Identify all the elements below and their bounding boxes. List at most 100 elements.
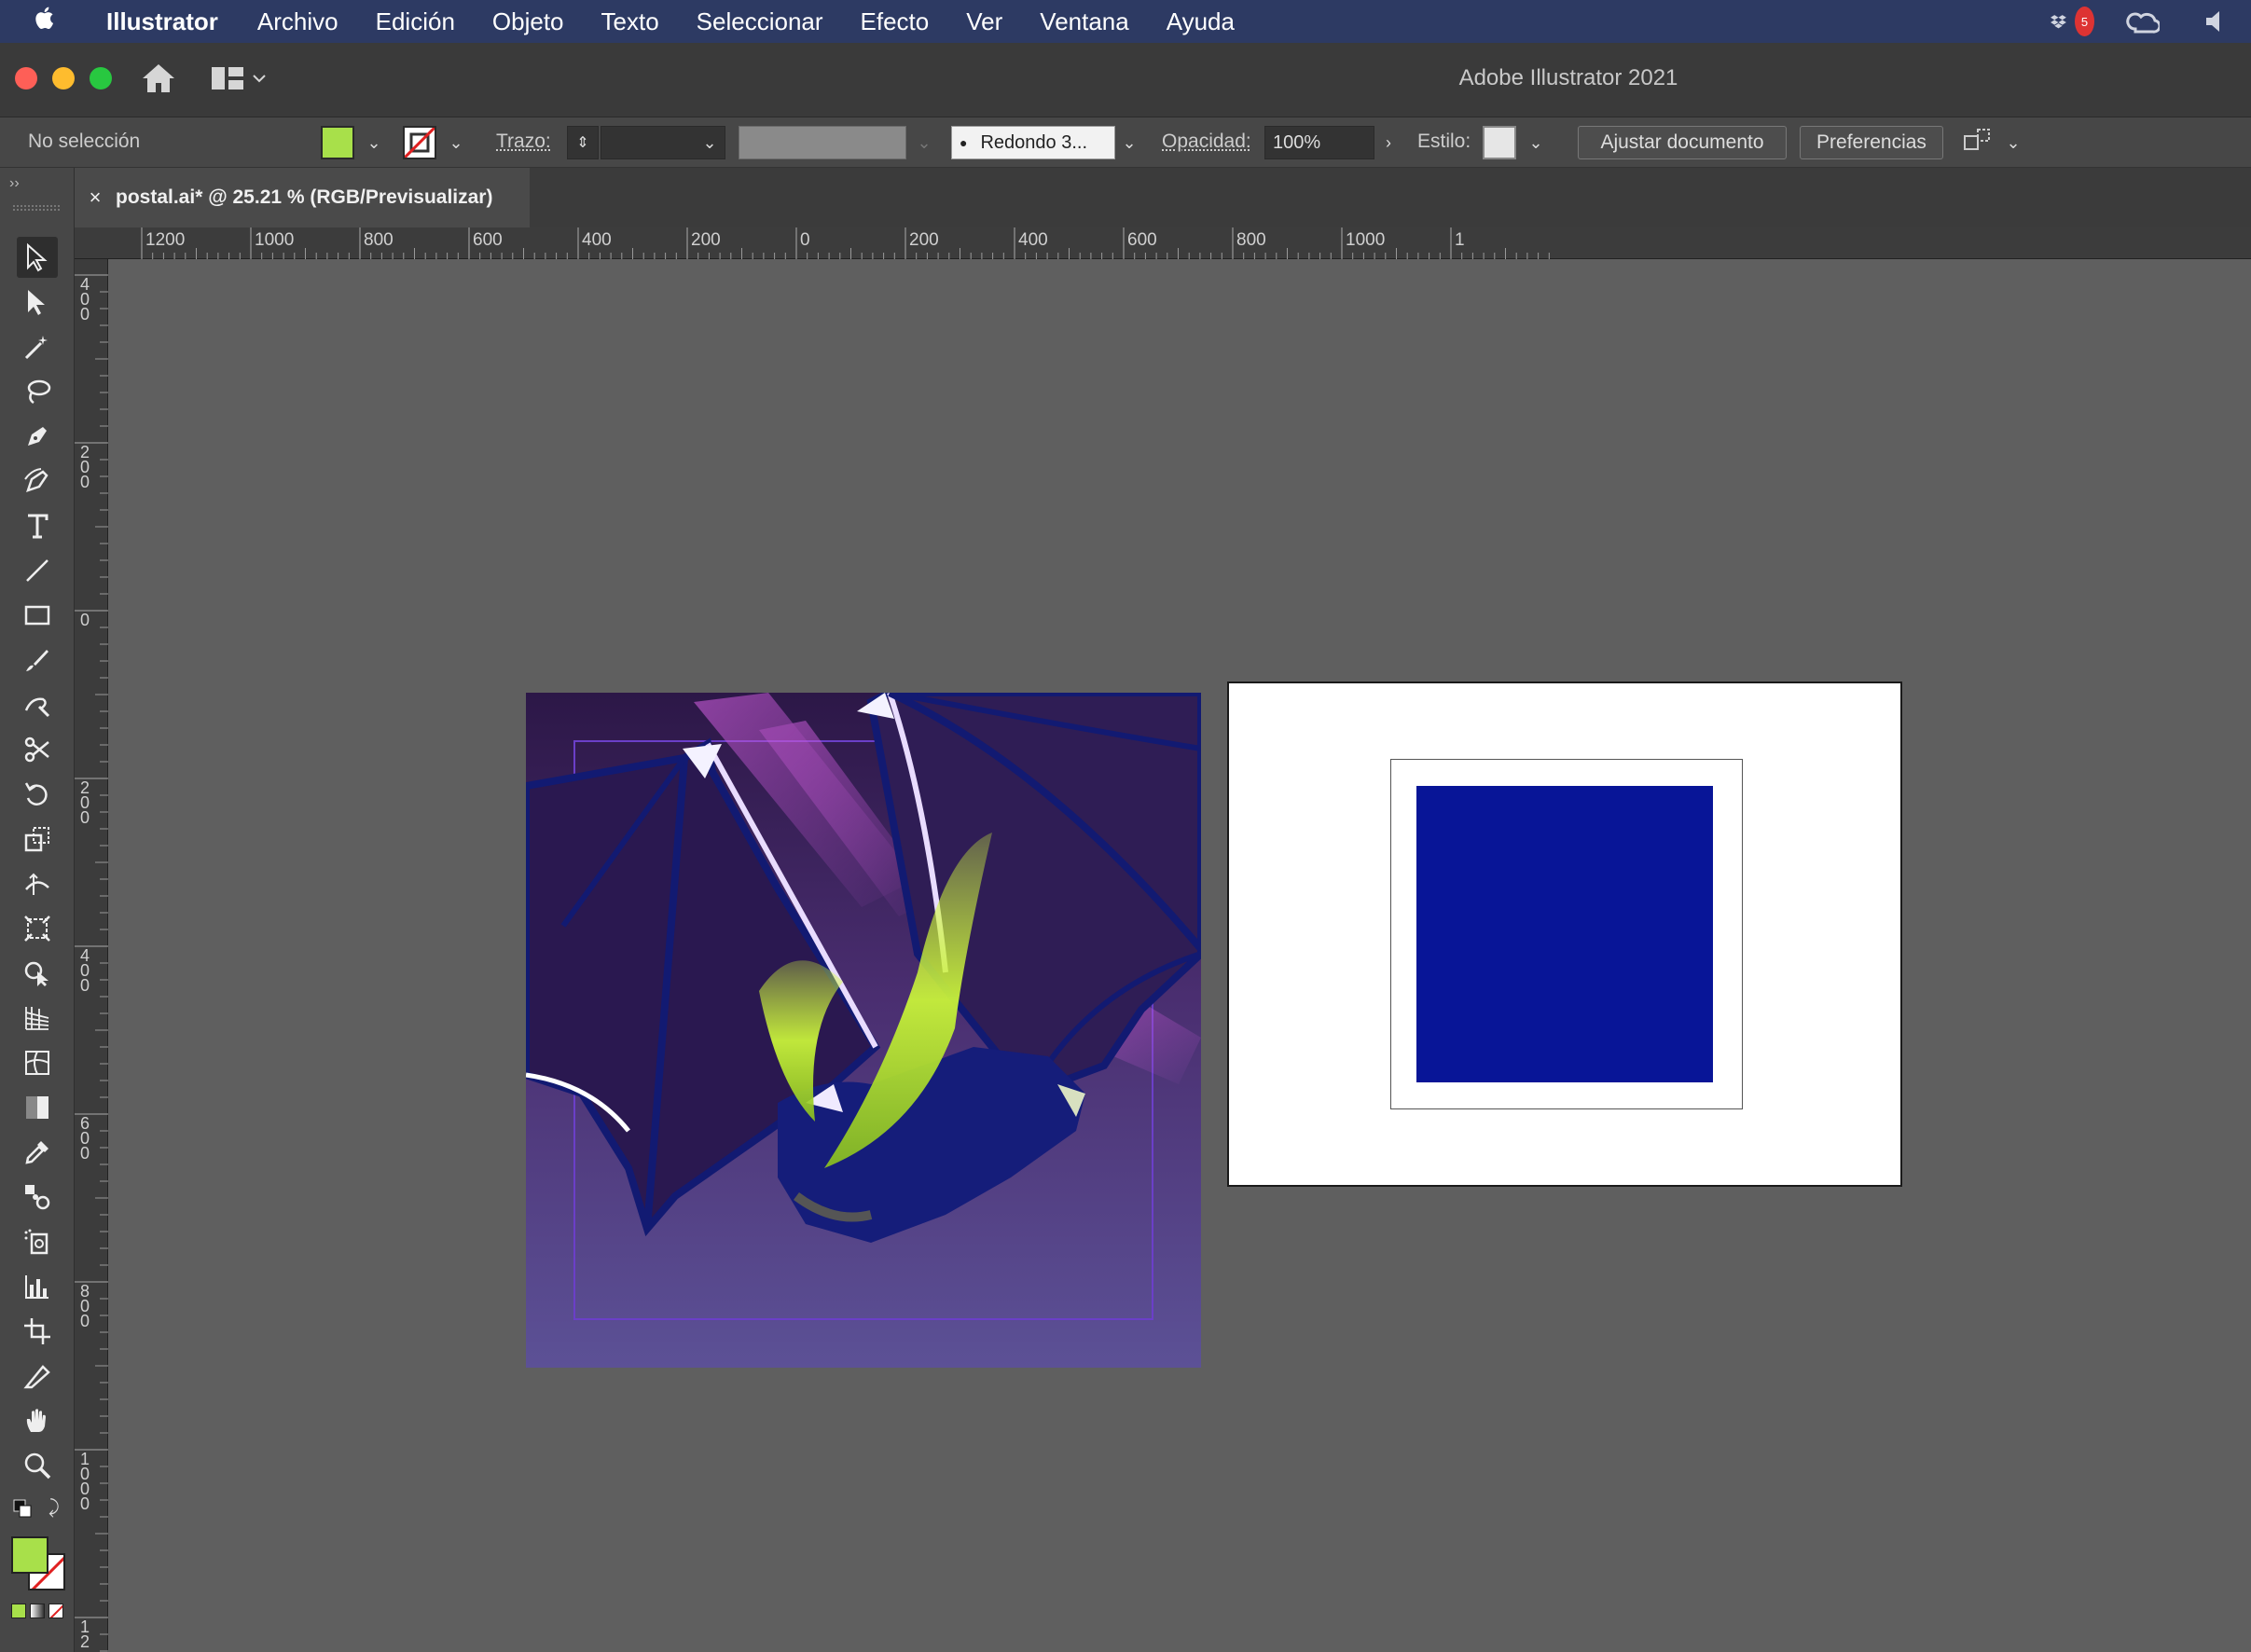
blend-tool[interactable] [17, 1177, 58, 1218]
preferences-button[interactable]: Preferencias [1800, 126, 1943, 159]
pen-tool[interactable] [17, 416, 58, 457]
magic-wand-tool[interactable] [17, 326, 58, 367]
ruler-tick-label: 200 [909, 230, 939, 250]
line-segment-icon [26, 559, 48, 582]
ruler-tick-label: 1200 [145, 230, 185, 250]
symbol-sprayer-tool[interactable] [17, 1221, 58, 1262]
fill-color-swatch[interactable] [321, 126, 354, 159]
fill-color-box[interactable] [11, 1536, 48, 1574]
volume-icon[interactable] [2195, 7, 2232, 36]
width-tool[interactable] [17, 863, 58, 904]
brush-chevron-icon[interactable]: ⌄ [1119, 126, 1139, 159]
none-mode-button[interactable] [48, 1604, 63, 1618]
default-colors-icon[interactable] [13, 1499, 32, 1518]
menu-seleccionar[interactable]: Seleccionar [697, 7, 823, 36]
stroke-none-swatch[interactable] [403, 126, 436, 159]
variable-width-profile-field[interactable] [739, 126, 906, 159]
menu-efecto[interactable]: Efecto [861, 7, 930, 36]
line-segment-tool[interactable] [17, 550, 58, 591]
menu-edicion[interactable]: Edición [376, 7, 455, 36]
scissors-tool[interactable] [17, 729, 58, 770]
panel-grip[interactable] [13, 205, 60, 211]
fit-document-button[interactable]: Ajustar documento [1578, 126, 1787, 159]
vertical-ruler-ticks: 4 0 0 2 0 0 0 2 0 0 4 0 0 6 0 0 8 0 0 1 0 0 0 1 2 [75, 274, 108, 1652]
lasso-tool[interactable] [17, 371, 58, 412]
artboard-tool[interactable] [17, 1311, 58, 1352]
document-tab-strip: × postal.ai* @ 25.21 % (RGB/Previsualiza… [75, 168, 2251, 227]
brush-definition-field[interactable]: ● Redondo 3... [951, 126, 1115, 159]
swap-colors-icon[interactable]: ⤸ [48, 1497, 69, 1518]
menu-ayuda[interactable]: Ayuda [1167, 7, 1235, 36]
slice-tool[interactable] [17, 1356, 58, 1397]
dropbox-icon[interactable]: 5 [2050, 7, 2094, 36]
fill-dropdown-chevron-icon[interactable]: ⌄ [364, 126, 384, 159]
style-chevron-icon[interactable]: ⌄ [1526, 126, 1546, 159]
stroke-dropdown-chevron-icon[interactable]: ⌄ [446, 126, 466, 159]
arrange-documents-icon[interactable] [1962, 127, 1994, 158]
profile-chevron-icon[interactable]: ⌄ [914, 126, 934, 159]
symbol-sprayer-icon [24, 1229, 48, 1255]
document-tab-title: postal.ai* @ 25.21 % (RGB/Previsualizar) [116, 186, 493, 208]
menu-objeto[interactable]: Objeto [492, 7, 564, 36]
stroke-weight-stepper[interactable]: ⇕ [567, 126, 599, 159]
ruler-tick-label: 1000 [80, 1450, 90, 1513]
ruler-tick-label: 200 [80, 778, 90, 827]
close-tab-icon[interactable]: × [75, 186, 116, 210]
opacity-field[interactable]: 100% [1264, 126, 1374, 159]
column-graph-tool[interactable] [17, 1266, 58, 1307]
ruler-tick-label: 400 [582, 230, 612, 250]
shape-builder-tool[interactable] [17, 953, 58, 994]
shaper-tool[interactable] [17, 684, 58, 725]
graphic-style-swatch[interactable] [1483, 126, 1516, 159]
opacity-chevron-right-icon[interactable]: › [1378, 126, 1399, 159]
collapse-panel-icon[interactable]: ›› [9, 175, 20, 192]
scale-tool[interactable] [17, 819, 58, 860]
ruler-tick-label: 600 [473, 230, 503, 250]
creative-cloud-icon[interactable] [2122, 7, 2160, 36]
menu-ver[interactable]: Ver [966, 7, 1002, 36]
ruler-tick-label: 12 [80, 1618, 90, 1651]
eyedropper-tool[interactable] [17, 1132, 58, 1173]
curvature-tool[interactable] [17, 461, 58, 502]
zoom-tool[interactable] [17, 1445, 58, 1486]
type-icon [28, 514, 48, 539]
stroke-label[interactable]: Trazo: [496, 131, 551, 153]
mesh-tool[interactable] [17, 1042, 58, 1083]
direct-selection-tool[interactable] [17, 282, 58, 323]
type-tool[interactable] [17, 505, 58, 546]
control-bar: No selección ⌄ ⌄ Trazo: ⇕ ⌄ ⌄ ● Redondo … [0, 117, 2251, 168]
selection-tool[interactable] [17, 237, 58, 278]
perspective-grid-tool[interactable] [17, 998, 58, 1039]
stroke-weight-chevron-icon[interactable]: ⌄ [699, 126, 720, 159]
ruler-tick-label: 200 [80, 443, 90, 491]
gradient-tool[interactable] [17, 1087, 58, 1128]
window-title: Adobe Illustrator 2021 [1458, 65, 1678, 90]
gradient-icon [26, 1096, 48, 1119]
paintbrush-tool[interactable] [17, 640, 58, 681]
document-canvas[interactable] [109, 260, 2251, 1652]
rotate-tool[interactable] [17, 774, 58, 815]
dropbox-badge: 5 [2074, 7, 2094, 36]
arrange-chevron-icon[interactable]: ⌄ [2003, 126, 2023, 159]
menu-ventana[interactable]: Ventana [1040, 7, 1128, 36]
gradient-mode-button[interactable] [30, 1604, 45, 1618]
app-name-menu[interactable]: Illustrator [106, 7, 218, 36]
menu-archivo[interactable]: Archivo [257, 7, 338, 36]
vertical-ruler[interactable]: 400 200 0 200 400 600 800 1000 12 [75, 259, 108, 1652]
rectangle-tool[interactable] [17, 595, 58, 636]
opacity-label[interactable]: Opacidad: [1162, 131, 1251, 153]
menu-texto[interactable]: Texto [601, 7, 659, 36]
bat-illustration-artwork[interactable] [526, 693, 1201, 1368]
artboard-postcard-back[interactable] [1227, 681, 1902, 1187]
ruler-tick-label: 0 [80, 611, 90, 629]
rectangle-icon [24, 605, 50, 626]
ruler-tick-label: 400 [80, 275, 90, 324]
free-transform-tool[interactable] [17, 908, 58, 949]
hand-tool[interactable] [17, 1400, 58, 1441]
blue-square-shape[interactable] [1416, 786, 1713, 1082]
horizontal-ruler[interactable]: 1200 1000 800 600 400 200 0 200 400 600 800 1000 1 [75, 227, 2251, 259]
eyedropper-icon [25, 1141, 48, 1164]
color-mode-button[interactable] [11, 1604, 26, 1618]
document-tab[interactable]: × postal.ai* @ 25.21 % (RGB/Previsualiza… [75, 168, 530, 227]
apple-icon[interactable] [34, 4, 76, 39]
